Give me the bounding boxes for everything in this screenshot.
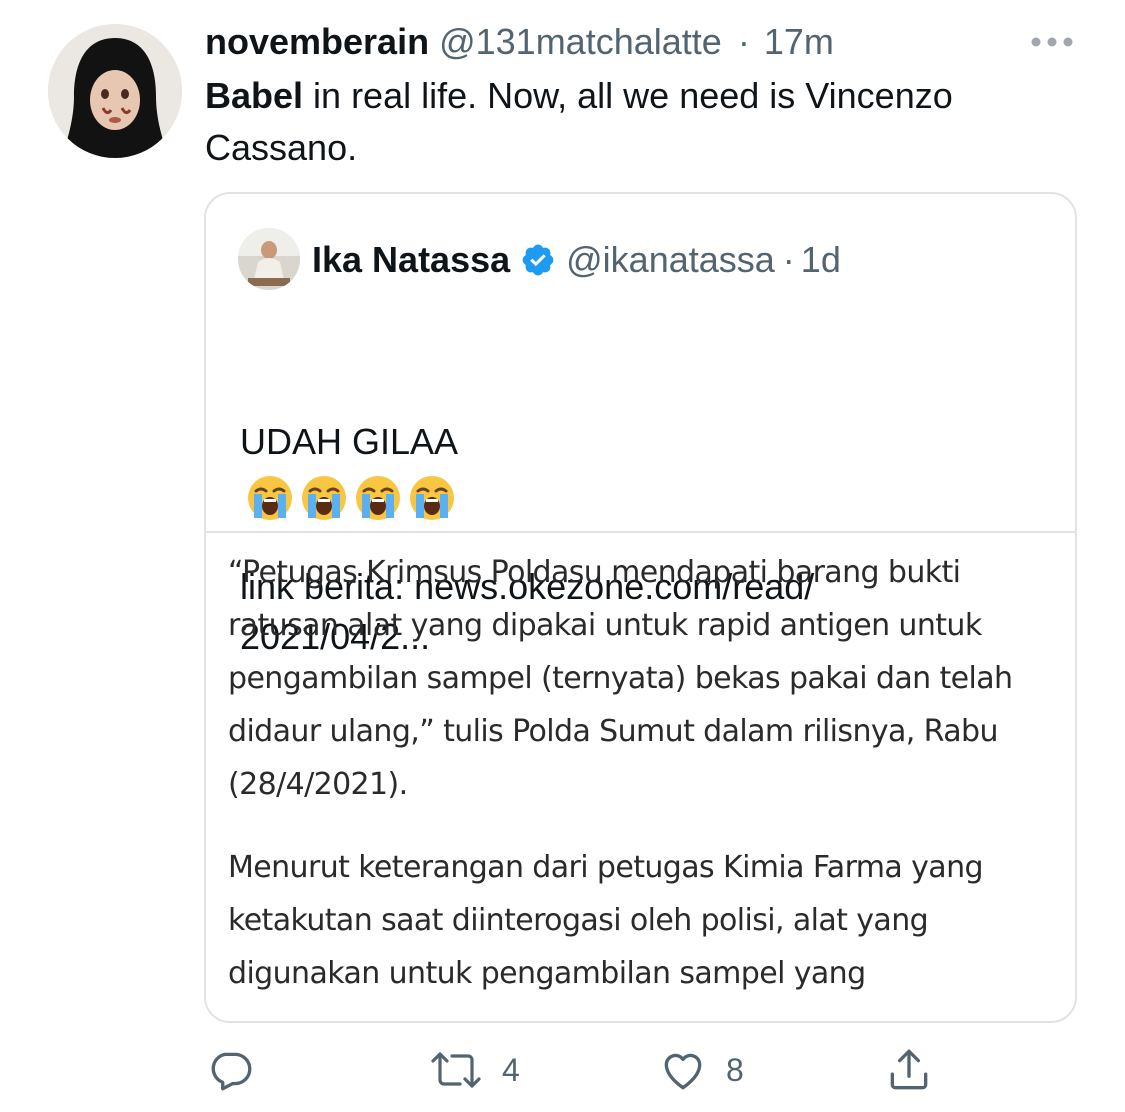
retweet-icon	[431, 1052, 481, 1088]
article-paragraph-2: Menurut keterangan dari petugas Kimia Fa…	[228, 850, 984, 991]
tweet-time[interactable]: 17m	[764, 21, 834, 62]
quoted-author-name: Ika Natassa	[312, 239, 511, 280]
tweet-actions: 4 8	[0, 1040, 1125, 1100]
quoted-meta-separator: ·	[782, 239, 795, 280]
more-dots-icon	[1031, 37, 1073, 47]
loudly-crying-face-icon	[302, 476, 346, 520]
reply-icon	[211, 1052, 252, 1091]
tweet-header: novemberain @131matchalatte · 17m	[205, 20, 834, 64]
loudly-crying-face-icon	[410, 476, 454, 520]
like-count: 8	[726, 1051, 744, 1088]
loudly-crying-face-icon	[356, 476, 400, 520]
verified-badge-icon	[520, 242, 556, 278]
share-button[interactable]	[884, 1040, 934, 1100]
emoji-group	[240, 476, 456, 522]
quoted-time: 1d	[800, 239, 841, 280]
quoted-header: Ika Natassa @ikanatassa · 1d	[312, 236, 841, 284]
tweet-text: Babel in real life. Now, all we need is …	[205, 70, 1065, 174]
share-icon	[890, 1049, 928, 1090]
reply-button[interactable]	[205, 1040, 255, 1100]
meta-separator: ·	[737, 21, 750, 62]
author-name[interactable]: novemberain	[205, 21, 429, 62]
like-button[interactable]: 8	[658, 1040, 744, 1100]
quoted-author-handle: @ikanatassa	[566, 239, 775, 280]
heart-icon	[664, 1053, 702, 1090]
loudly-crying-face-icon	[248, 476, 292, 520]
author-handle[interactable]: @131matchalatte	[439, 21, 722, 62]
article-paragraph-1: “Petugas Krimsus Poldasu mendapati baran…	[228, 555, 1013, 802]
quoted-line1: UDAH GILAA	[240, 421, 459, 462]
author-avatar[interactable]	[48, 24, 182, 158]
more-options-button[interactable]	[1028, 28, 1076, 56]
article-screenshot[interactable]: “Petugas Krimsus Poldasu mendapati baran…	[228, 546, 1068, 1000]
quoted-divider	[206, 531, 1075, 533]
tweet-text-bold: Babel	[205, 75, 304, 116]
tweet-text-rest: in real life. Now, all we need is Vincen…	[205, 75, 953, 168]
quoted-tweet-card[interactable]: Ika Natassa @ikanatassa · 1d UDAH GILAA …	[204, 192, 1077, 1023]
quoted-author-avatar	[238, 228, 300, 290]
retweet-button[interactable]: 4	[428, 1040, 520, 1100]
retweet-count: 4	[502, 1051, 520, 1088]
